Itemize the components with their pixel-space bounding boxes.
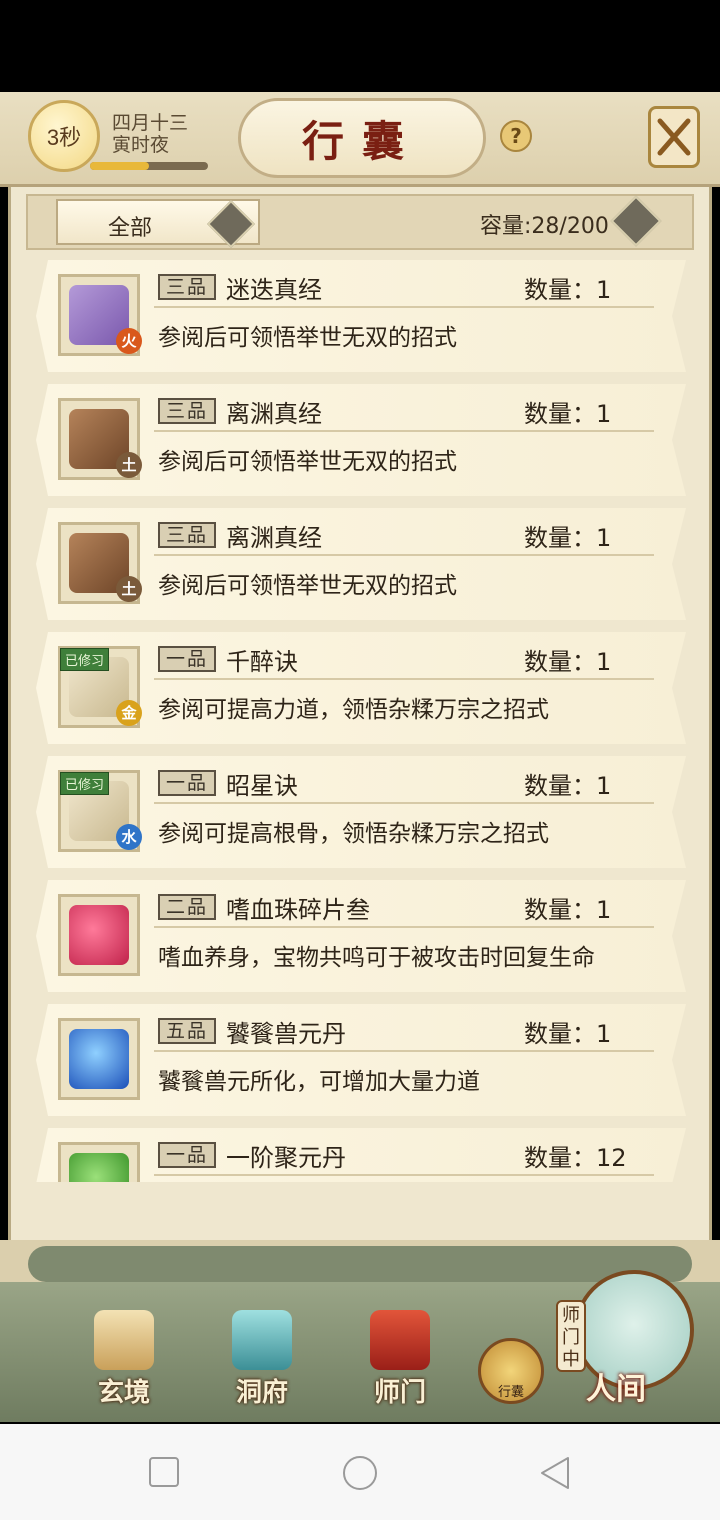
grade-tag: 二品 [158, 894, 216, 920]
grade-tag: 三品 [158, 274, 216, 300]
red-shard-icon [69, 905, 129, 965]
item-name: 嗜血珠碎片叁 [226, 896, 370, 924]
item-row[interactable]: 一品 一阶聚元丹 数量：12 [36, 1128, 686, 1182]
item-description: 饕餮兽元所化，可增加大量力道 [158, 1069, 480, 1095]
page-title: 行囊 [301, 116, 422, 166]
divider [154, 430, 654, 432]
divider [154, 1174, 654, 1176]
item-description: 参阅后可领悟举世无双的招式 [158, 573, 457, 599]
grade-tag: 一品 [158, 770, 216, 796]
nav-bag[interactable]: 行囊 [478, 1338, 544, 1404]
element-badge: 土 [116, 452, 142, 478]
renjian-label[interactable]: 人间 [586, 1364, 646, 1408]
element-badge: 火 [116, 328, 142, 354]
nav-xuanjing[interactable]: 玄境 [84, 1310, 164, 1414]
close-button[interactable] [648, 106, 700, 168]
divider [154, 678, 654, 680]
item-row[interactable]: 火 三品 迷迭真经 数量：1 参阅后可领悟举世无双的招式 [36, 260, 686, 372]
item-name: 千醉诀 [226, 648, 298, 676]
nav-shimen-label: 师门 [373, 1378, 426, 1408]
scroll-map-icon [94, 1310, 154, 1370]
element-badge: 土 [116, 576, 142, 602]
close-icon [657, 118, 691, 156]
item-quantity: 数量：1 [524, 648, 612, 676]
item-quantity: 数量：1 [524, 772, 612, 800]
nav-xuanjing-label: 玄境 [97, 1378, 150, 1408]
home-icon[interactable] [340, 1456, 380, 1490]
grade-tag: 一品 [158, 646, 216, 672]
item-quantity: 数量：1 [524, 896, 612, 924]
item-name: 迷迭真经 [226, 276, 322, 304]
divider [154, 802, 654, 804]
item-quantity: 数量：1 [524, 400, 612, 428]
item-name: 昭星诀 [226, 772, 298, 800]
nav-shimen[interactable]: 师门 [360, 1310, 440, 1414]
learned-badge: 已修习 [60, 772, 109, 795]
blue-orb-icon [69, 1029, 129, 1089]
divider [154, 306, 654, 308]
time-period-label: 寅时夜 [112, 134, 170, 156]
banner-icon [370, 1310, 430, 1370]
item-quantity: 数量：1 [524, 276, 612, 304]
timer-badge: 3秒 [28, 100, 100, 172]
help-button[interactable]: ? [500, 120, 532, 152]
item-quantity: 数量：12 [524, 1144, 627, 1172]
element-badge: 金 [116, 700, 142, 726]
dropdown-icon [206, 199, 256, 249]
item-description: 参阅可提高根骨，领悟杂糅万宗之招式 [158, 821, 549, 847]
nav-dongfu[interactable]: 洞府 [222, 1310, 302, 1414]
grade-tag: 五品 [158, 1018, 216, 1044]
item-name: 离渊真经 [226, 400, 322, 428]
item-row[interactable]: 土 三品 离渊真经 数量：1 参阅后可领悟举世无双的招式 [36, 384, 686, 496]
divider [154, 1050, 654, 1052]
nav-bag-label: 行囊 [497, 1385, 524, 1400]
nav-dongfu-label: 洞府 [235, 1378, 288, 1408]
item-row[interactable]: 已修习金 一品 千醉诀 数量：1 参阅可提高力道，领悟杂糅万宗之招式 [36, 632, 686, 744]
item-name: 饕餮兽元丹 [226, 1020, 346, 1048]
time-progress-bar [90, 162, 208, 170]
grade-tag: 三品 [158, 398, 216, 424]
item-list[interactable]: 火三品 迷迭真经 数量：1 参阅后可领悟举世无双的招式土三品 离渊真经 数量：1 参阅后可领… [26, 254, 694, 1182]
item-name: 一阶聚元丹 [226, 1144, 346, 1172]
item-description: 参阅后可领悟举世无双的招式 [158, 325, 457, 351]
shimen-status-tag: 师门中 [556, 1300, 586, 1372]
back-icon[interactable] [538, 1456, 572, 1490]
capacity-label: 容量:28/200 [480, 214, 609, 239]
recent-apps-icon[interactable] [148, 1456, 180, 1488]
item-row[interactable]: 二品 嗜血珠碎片叁 数量：1 嗜血养身，宝物共鸣可于被攻击时回复生命 [36, 880, 686, 992]
divider [154, 926, 654, 928]
divider [154, 554, 654, 556]
item-row[interactable]: 五品 饕餮兽元丹 数量：1 饕餮兽元所化，可增加大量力道 [36, 1004, 686, 1116]
item-icon-frame [58, 1018, 140, 1100]
title-plate: 行囊 [238, 98, 486, 178]
item-icon-frame [58, 1142, 140, 1182]
category-selected: 全部 [108, 216, 153, 241]
item-description: 参阅后可领悟举世无双的招式 [158, 449, 457, 475]
item-quantity: 数量：1 [524, 524, 612, 552]
category-dropdown[interactable]: 全部 [56, 199, 260, 249]
green-pill-icon [69, 1153, 129, 1182]
grade-tag: 一品 [158, 1142, 216, 1168]
lantern-icon [232, 1310, 292, 1370]
grade-tag: 三品 [158, 522, 216, 548]
item-quantity: 数量：1 [524, 1020, 612, 1048]
item-name: 离渊真经 [226, 524, 322, 552]
bottom-strip [28, 1246, 692, 1282]
item-description: 嗜血养身，宝物共鸣可于被攻击时回复生命 [158, 945, 595, 971]
item-row[interactable]: 土 三品 离渊真经 数量：1 参阅后可领悟举世无双的招式 [36, 508, 686, 620]
timer-text: 3秒 [46, 125, 82, 150]
learned-badge: 已修习 [60, 648, 109, 671]
element-badge: 水 [116, 824, 142, 850]
item-description: 参阅可提高力道，领悟杂糅万宗之招式 [158, 697, 549, 723]
item-row[interactable]: 已修习水 一品 昭星诀 数量：1 参阅可提高根骨，领悟杂糅万宗之招式 [36, 756, 686, 868]
item-icon-frame [58, 894, 140, 976]
